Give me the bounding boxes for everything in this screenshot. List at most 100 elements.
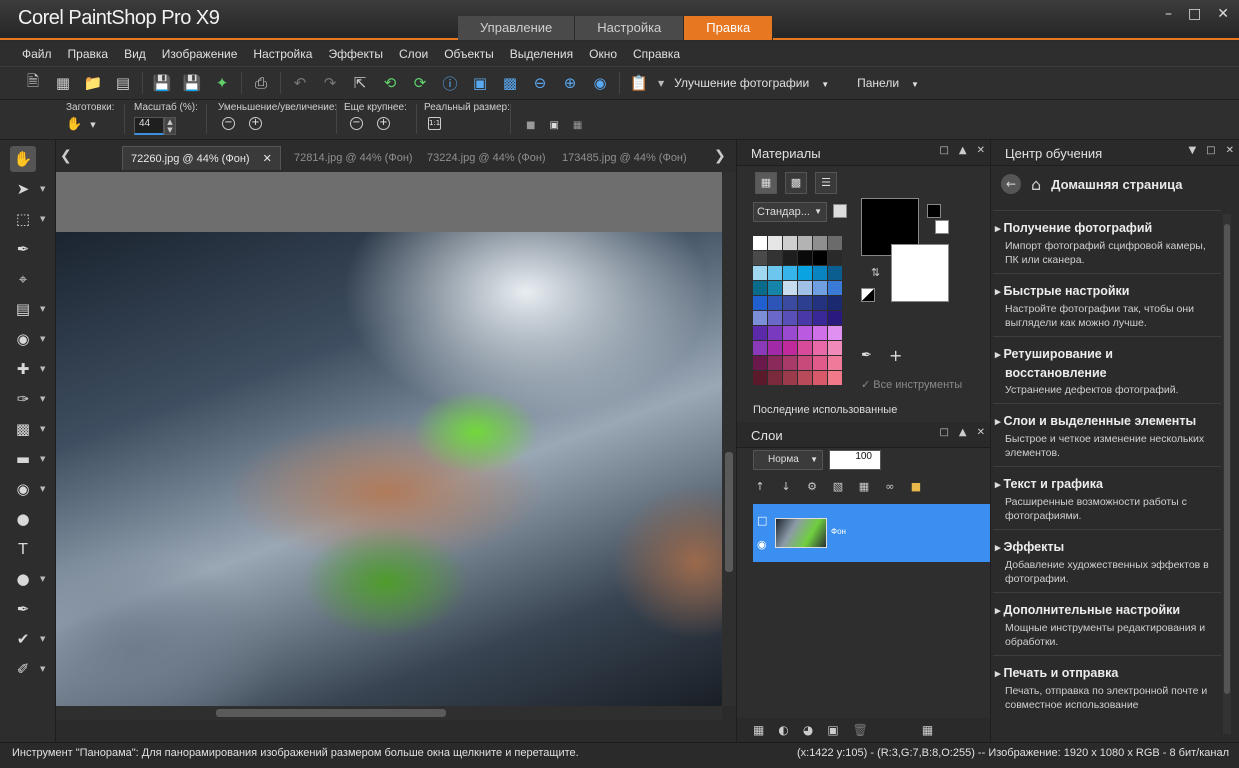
menu-edit[interactable]: Правка — [60, 42, 117, 66]
close-icon[interactable]: ✕ — [263, 153, 272, 165]
color-swatch[interactable] — [798, 326, 812, 340]
chevron-down-icon[interactable]: ▼ — [658, 79, 664, 88]
color-swatch[interactable] — [783, 296, 797, 310]
restore-icon[interactable]: □ — [939, 427, 948, 438]
print-icon[interactable]: ⎙ — [250, 72, 272, 94]
color-swatch[interactable] — [768, 251, 782, 265]
color-swatch[interactable] — [828, 266, 842, 280]
color-swatch[interactable] — [783, 356, 797, 370]
zoom-input[interactable]: 44 — [134, 117, 164, 135]
photo-image[interactable] — [56, 232, 722, 706]
color-swatch[interactable] — [813, 281, 827, 295]
save-icon[interactable]: 💾 — [151, 72, 173, 94]
color-changer-icon[interactable]: ● — [10, 506, 36, 532]
color-swatch[interactable] — [768, 326, 782, 340]
color-swatch[interactable] — [828, 341, 842, 355]
chevron-down-icon[interactable]: ▼ — [40, 185, 45, 193]
color-swatch[interactable] — [813, 341, 827, 355]
color-swatch[interactable] — [783, 326, 797, 340]
new-raster-icon[interactable]: ↓ — [777, 480, 795, 498]
scanner-icon[interactable]: ▤ — [112, 72, 134, 94]
properties-icon[interactable]: ▣ — [827, 723, 838, 737]
color-swatch[interactable] — [753, 251, 767, 265]
color-swatch[interactable] — [813, 356, 827, 370]
tab-document-72260[interactable]: 72260.jpg @ 44% (Фон) ✕ — [122, 146, 281, 170]
info-icon[interactable]: ⓘ — [439, 72, 461, 94]
chevron-down-icon[interactable]: ▼ — [40, 395, 45, 403]
color-swatch[interactable] — [753, 266, 767, 280]
reset-colors-icon[interactable] — [861, 288, 875, 302]
menu-file[interactable]: Файл — [14, 42, 60, 66]
sliders-tab-icon[interactable]: ☰ — [815, 172, 837, 194]
color-swatch[interactable] — [828, 326, 842, 340]
screenshot-icon[interactable]: ◉ — [589, 72, 611, 94]
chevron-down-icon[interactable]: ▼ — [40, 365, 45, 373]
menu-image[interactable]: Изображение — [154, 42, 246, 66]
color-swatch[interactable] — [783, 251, 797, 265]
color-swatch[interactable] — [768, 341, 782, 355]
close-icon[interactable]: ✕ — [1226, 145, 1234, 156]
zoom-spinner[interactable]: ▲ ▼ — [164, 117, 176, 135]
color-swatch[interactable] — [828, 371, 842, 385]
color-swatch[interactable] — [753, 356, 767, 370]
canvas[interactable] — [56, 172, 722, 706]
swatch-set-select[interactable]: Стандар... ▼ — [753, 202, 827, 222]
chevron-left-icon[interactable]: ❮ — [60, 148, 72, 164]
fit-small-icon[interactable]: ■ — [526, 120, 535, 131]
learning-topic[interactable]: Дополнительные настройки Мощные инструме… — [993, 592, 1221, 655]
chevron-down-icon[interactable]: ▼ — [40, 485, 45, 493]
color-swatch[interactable] — [828, 296, 842, 310]
grid-icon[interactable]: ▦ — [52, 72, 74, 94]
undo-icon[interactable]: ↶ — [289, 72, 311, 94]
color-swatch[interactable] — [828, 311, 842, 325]
layer-options-icon[interactable]: ▦ — [922, 723, 933, 737]
foreground-small-swatch[interactable] — [927, 204, 941, 218]
color-swatch[interactable] — [798, 296, 812, 310]
zoom-in-icon[interactable]: ⊕ — [559, 72, 581, 94]
scrollbar-thumb[interactable] — [216, 709, 446, 717]
open-folder-icon[interactable]: 📁 — [82, 72, 104, 94]
menu-effects[interactable]: Эффекты — [320, 42, 391, 66]
chevron-down-icon[interactable]: ▼ — [40, 665, 45, 673]
new-layer-icon[interactable]: ▦ — [753, 723, 764, 737]
back-icon[interactable]: ← — [1001, 174, 1021, 194]
close-icon[interactable]: ✕ — [977, 427, 985, 438]
color-swatch[interactable] — [783, 371, 797, 385]
tab-document-173485[interactable]: 173485.jpg @ 44% (Фон) — [554, 146, 695, 170]
maximize-icon[interactable]: □ — [1188, 6, 1201, 22]
crop-icon[interactable]: ⌖ — [10, 266, 36, 292]
menu-layers[interactable]: Слои — [391, 42, 436, 66]
chevron-down-icon[interactable]: ▼ — [90, 121, 95, 129]
chevron-down-icon[interactable]: ▼ — [40, 215, 45, 223]
chevron-down-icon[interactable]: ▼ — [1188, 145, 1196, 156]
color-swatch[interactable] — [798, 341, 812, 355]
color-swatch[interactable] — [768, 356, 782, 370]
color-swatch[interactable] — [768, 281, 782, 295]
color-swatch[interactable] — [828, 236, 842, 250]
red-eye-icon[interactable]: ◉ — [10, 326, 36, 352]
tab-document-72814[interactable]: 72814.jpg @ 44% (Фон) — [286, 146, 421, 170]
pan-preset-icon[interactable]: ✋ — [66, 117, 82, 132]
menu-selections[interactable]: Выделения — [502, 42, 581, 66]
tab-edit[interactable]: Правка — [684, 16, 774, 40]
color-swatch[interactable] — [828, 356, 842, 370]
zoom-in-icon[interactable]: + — [249, 117, 262, 130]
color-swatch[interactable] — [798, 356, 812, 370]
fit-window-icon[interactable]: ▩ — [499, 72, 521, 94]
home-icon[interactable]: ⌂ — [1031, 175, 1041, 194]
color-swatch[interactable] — [798, 281, 812, 295]
opacity-field[interactable]: 100 — [829, 450, 881, 470]
restore-icon[interactable]: □ — [1206, 145, 1215, 156]
text-icon[interactable]: T — [10, 536, 36, 562]
chevron-down-icon[interactable]: ▼ — [40, 305, 45, 313]
background-color[interactable] — [891, 244, 949, 302]
menu-view[interactable]: Вид — [116, 42, 154, 66]
color-swatch[interactable] — [753, 296, 767, 310]
learning-topic[interactable]: Слои и выделенные элементы Быстрое и чет… — [993, 403, 1221, 466]
adjust-icon[interactable]: ◐ — [778, 723, 788, 737]
pin-icon[interactable]: ▲ — [959, 427, 967, 438]
pan-icon[interactable]: ✋ — [10, 146, 36, 172]
color-swatch[interactable] — [753, 341, 767, 355]
fill-icon[interactable]: ◉ — [10, 476, 36, 502]
layer-visibility-icon[interactable]: ◉ — [757, 538, 767, 551]
